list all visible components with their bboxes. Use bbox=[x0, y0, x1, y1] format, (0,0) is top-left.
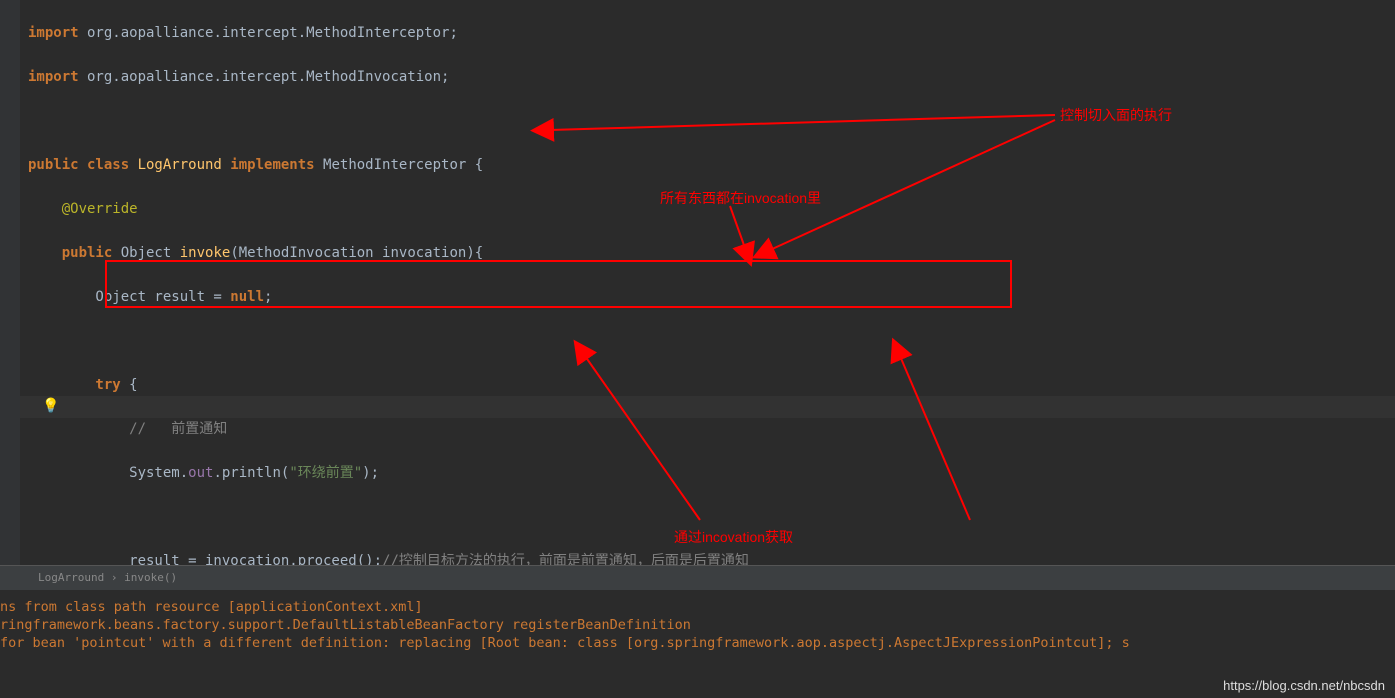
comment: // 前置通知 bbox=[28, 421, 227, 437]
console-line: for bean 'pointcut' with a different def… bbox=[0, 634, 1395, 652]
breadcrumb-class[interactable]: LogArround bbox=[38, 571, 104, 584]
breadcrumb[interactable]: LogArround › invoke() bbox=[0, 565, 1395, 590]
keyword-public: public bbox=[28, 245, 121, 261]
comment: //控制目标方法的执行，前面是前置通知，后面是后置通知 bbox=[382, 553, 749, 565]
keyword-import: import bbox=[28, 69, 79, 85]
breadcrumb-method[interactable]: invoke() bbox=[124, 571, 177, 584]
code-proceed: result = invocation.proceed(); bbox=[28, 553, 382, 565]
return-type: Object bbox=[121, 245, 180, 261]
code-text: ); bbox=[362, 465, 379, 481]
keyword-try: try bbox=[28, 377, 129, 393]
keyword-import: import bbox=[28, 25, 79, 41]
console-line: ringframework.beans.factory.support.Defa… bbox=[0, 616, 1395, 634]
keyword-public-class: public class bbox=[28, 157, 138, 173]
method-name: invoke bbox=[180, 245, 231, 261]
field-out: out bbox=[188, 465, 213, 481]
gutter bbox=[0, 0, 20, 565]
code-text: ; bbox=[264, 289, 272, 305]
breadcrumb-sep: › bbox=[104, 571, 124, 584]
code-text: .println( bbox=[213, 465, 289, 481]
code-text: Object result = bbox=[28, 289, 230, 305]
console-output[interactable]: ns from class path resource [application… bbox=[0, 590, 1395, 698]
keyword-null: null bbox=[230, 289, 264, 305]
console-line: ns from class path resource [application… bbox=[0, 598, 1395, 616]
annotation-override: @Override bbox=[28, 201, 138, 217]
import-path: org.aopalliance.intercept.MethodIntercep… bbox=[79, 25, 458, 41]
watermark: https://blog.csdn.net/nbcsdn bbox=[1223, 678, 1385, 693]
keyword-implements: implements bbox=[222, 157, 323, 173]
code-text: System. bbox=[28, 465, 188, 481]
string-literal: "环绕前置" bbox=[289, 465, 362, 481]
method-params: (MethodInvocation invocation){ bbox=[230, 245, 483, 261]
interface-name: MethodInterceptor { bbox=[323, 157, 483, 173]
code-editor[interactable]: 💡 import org.aopalliance.intercept.Metho… bbox=[0, 0, 1395, 565]
import-path: org.aopalliance.intercept.MethodInvocati… bbox=[79, 69, 450, 85]
class-name: LogArround bbox=[138, 157, 222, 173]
code-content[interactable]: import org.aopalliance.intercept.MethodI… bbox=[28, 0, 1395, 565]
brace: { bbox=[129, 377, 137, 393]
